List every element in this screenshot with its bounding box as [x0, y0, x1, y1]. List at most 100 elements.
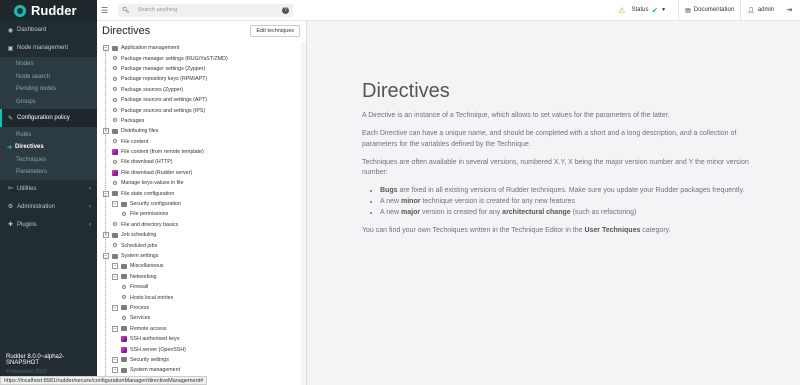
search-bar[interactable]: 🔍︎ Search anything ?	[118, 3, 293, 17]
tree-technique[interactable]: ⚙ Package repository keys (RPM/APT)	[97, 74, 306, 84]
copyright-label: © Normation 2023	[6, 369, 47, 375]
hamburger-menu-icon[interactable]: ☰	[101, 6, 109, 15]
sidebar-item-plugins[interactable]: ✚ Plugins ‹	[0, 216, 97, 234]
tree-technique[interactable]: ⚙ Hosts local entries	[97, 292, 306, 302]
tree-category[interactable]: − Miscellaneous	[97, 261, 306, 271]
tree-category[interactable]: − System settings	[97, 251, 306, 261]
documentation-link[interactable]: Documentation	[694, 7, 734, 13]
tree-category[interactable]: − Application management	[97, 43, 306, 53]
gear-icon: ⚙	[112, 66, 118, 73]
tree-technique[interactable]: ⚙ Package sources and settings (IPS)	[97, 105, 306, 115]
status-label[interactable]: Status	[631, 7, 648, 13]
collapse-toggle-icon[interactable]: −	[112, 201, 118, 208]
tree-technique[interactable]: ⚙ Services	[97, 313, 306, 323]
list-text: are fixed in all existing versions of Ru…	[397, 187, 745, 195]
logout-icon[interactable]: ⇥	[786, 6, 792, 14]
bold-text: major	[401, 208, 421, 216]
collapse-toggle-icon[interactable]: −	[112, 356, 118, 363]
collapse-toggle-icon[interactable]: −	[112, 263, 118, 270]
tree-technique[interactable]: ⚙ Manage keys-values in file	[97, 178, 306, 188]
tree-technique[interactable]: ⚙ Package manager settings (Zypper)	[97, 64, 306, 74]
tree-node-label: Package sources and settings (IPS)	[121, 107, 206, 114]
sidebar-item-administration[interactable]: ⚙ Administration ‹	[0, 198, 97, 216]
tree-category[interactable]: − Remote access	[97, 324, 306, 334]
sidebar-item-directives[interactable]: ➜ Directives	[0, 141, 97, 154]
tree-category[interactable]: − Process	[97, 303, 306, 313]
tree-technique[interactable]: SSH authorised keys	[97, 334, 306, 344]
sidebar-item-utilities[interactable]: ✄ Utilities ‹	[0, 180, 97, 198]
collapse-toggle-icon[interactable]: −	[103, 45, 109, 52]
help-icon[interactable]: ?	[282, 6, 289, 14]
sidebar-item-label: Plugins	[17, 221, 37, 228]
puzzle-icon: ✚	[7, 222, 14, 229]
collapse-toggle-icon[interactable]: −	[112, 325, 118, 332]
tree-category[interactable]: − Networking	[97, 272, 306, 282]
tree-scrollbar[interactable]	[301, 42, 306, 385]
tree-category[interactable]: − File state configuration	[97, 188, 306, 198]
sidebar-item-label: Node management	[17, 45, 69, 51]
sidebar-item-techniques[interactable]: Techniques	[0, 154, 97, 167]
bold-text: Bugs	[380, 187, 398, 195]
tree-technique[interactable]: ⚙ Package sources and settings (APT)	[97, 95, 306, 105]
tree-technique[interactable]: ⚙ File permissions	[97, 209, 306, 219]
sitemap-icon: ▣	[7, 45, 14, 52]
sidebar-item-node-search[interactable]: Node search	[0, 71, 97, 84]
tree-technique[interactable]: ⚙ Package sources (Zypper)	[97, 85, 306, 95]
collapse-toggle-icon[interactable]: −	[112, 304, 118, 311]
search-icon: 🔍︎	[122, 7, 130, 14]
sidebar-item-node-management[interactable]: ▣ Node management	[0, 39, 97, 57]
list-text: version is created for any	[420, 208, 503, 216]
sidebar-item-nodes[interactable]: Nodes	[0, 58, 97, 71]
sidebar-item-label: Utilities	[17, 185, 37, 192]
folder-icon	[112, 191, 118, 197]
plugin-technique-icon	[121, 336, 127, 343]
chevron-down-icon[interactable]: ▼	[661, 7, 666, 13]
sidebar-item-pending-nodes[interactable]: Pending nodes	[0, 83, 97, 96]
top-navbar: ☰ 🔍︎ Search anything ? ⚠ Status ✔ ▼ ▤ Do…	[97, 0, 800, 21]
tree-category[interactable]: − System management	[97, 365, 306, 375]
brand-logo[interactable]: Rudder	[0, 0, 97, 21]
tree-technique[interactable]: SSH server (OpenSSH)	[97, 344, 306, 354]
sidebar-item-dashboard[interactable]: ◉ Dashboard	[0, 21, 97, 39]
collapse-toggle-icon[interactable]: −	[103, 253, 109, 259]
tree-technique[interactable]: ⚙ Package manager settings (RUG/YaST/ZMD)	[97, 53, 306, 63]
tree-node-label: Security configuration	[130, 201, 181, 208]
folder-icon	[121, 357, 127, 363]
tree-technique[interactable]: ⚙ File content	[97, 137, 306, 147]
tree-node-label: File state configuration	[121, 190, 175, 197]
collapse-toggle-icon[interactable]: −	[112, 273, 118, 280]
sidebar-item-configuration-policy[interactable]: ✎ Configuration policy	[0, 109, 97, 128]
tree-technique[interactable]: File download (Rudder server)	[97, 168, 306, 178]
warning-icon[interactable]: ⚠	[618, 6, 625, 15]
tree-technique[interactable]: File content (from remote template)	[97, 147, 306, 157]
edit-techniques-button[interactable]: Edit techniques	[250, 25, 300, 37]
tree-technique[interactable]: ⚙ Scheduled jobs	[97, 240, 306, 250]
tree-node-label: System management	[130, 367, 181, 374]
sidebar-item-parameters[interactable]: Parameters	[0, 166, 97, 179]
collapse-toggle-icon[interactable]: −	[103, 190, 109, 197]
collapse-toggle-icon[interactable]: −	[112, 367, 118, 374]
plugin-technique-icon	[121, 346, 127, 353]
gear-icon: ⚙	[112, 97, 118, 104]
tree-category[interactable]: − Security settings	[97, 355, 306, 365]
tree-category[interactable]: − Job scheduling	[97, 230, 306, 240]
sidebar-item-rules[interactable]: Rules	[0, 128, 97, 141]
collapse-toggle-icon[interactable]: −	[103, 128, 109, 135]
tree-technique[interactable]: ⚙ Packages	[97, 116, 306, 126]
user-menu[interactable]: admin	[758, 7, 774, 13]
tree-category[interactable]: − Security configuration	[97, 199, 306, 209]
search-input[interactable]: Search anything	[138, 7, 282, 13]
intro-paragraph-3: Techniques are often available in severa…	[362, 158, 749, 177]
tree-node-label: Miscellaneous	[130, 263, 164, 270]
sidebar-item-groups[interactable]: Groups	[0, 96, 97, 109]
tree-technique[interactable]: ⚙ File download (HTTP)	[97, 157, 306, 167]
folder-icon	[121, 274, 127, 280]
gear-icon: ⚙	[112, 56, 118, 63]
collapse-toggle-icon[interactable]: −	[103, 232, 109, 239]
tree-category[interactable]: − Distributing files	[97, 126, 306, 136]
gear-icon: ⚙	[112, 243, 118, 250]
tree-node-label: File content (from remote template)	[121, 149, 204, 156]
tree-technique[interactable]: ⚙ Firewall	[97, 282, 306, 292]
tree-node-label: Hosts local entries	[130, 294, 174, 301]
tree-technique[interactable]: ⚙ File and directory basics	[97, 220, 306, 230]
